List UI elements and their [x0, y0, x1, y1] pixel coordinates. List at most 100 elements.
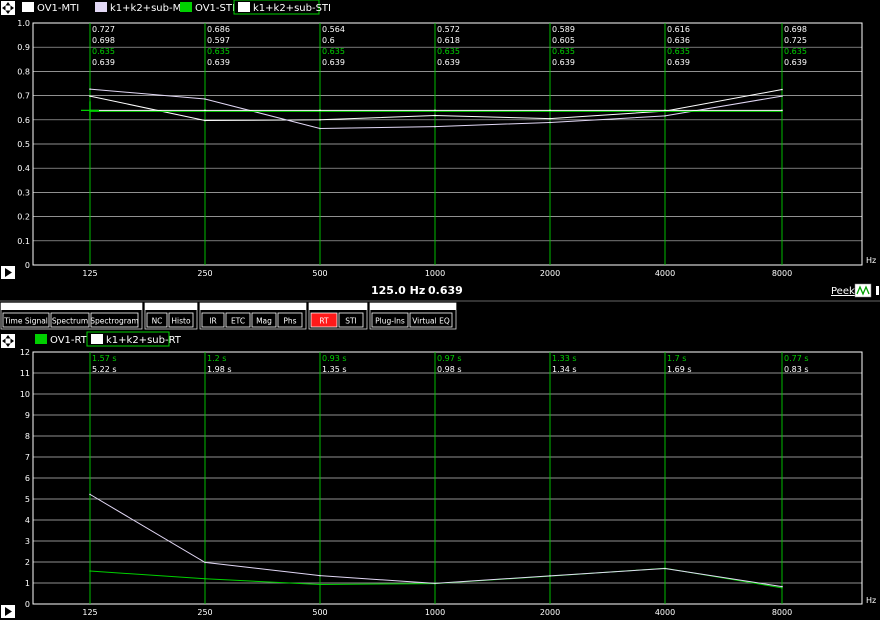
data-point — [319, 109, 321, 112]
button-label: Phs — [283, 317, 296, 326]
data-label: 0.564 — [322, 25, 345, 34]
y-tick-label: 1 — [25, 579, 30, 588]
data-label: 0.635 — [552, 47, 575, 56]
toolbar-group-header — [1, 303, 142, 310]
data-label: 1.98 s — [207, 365, 232, 374]
y-tick-label: 4 — [25, 516, 30, 525]
button-label: Time Signal — [3, 317, 48, 326]
tab-spectrum-button[interactable]: Spectrum — [50, 312, 90, 328]
x-tick-label: 4000 — [655, 608, 675, 617]
toolbar: Time Signal Spectrum Spectrogram NC Histo IR E… — [0, 302, 457, 330]
data-label: 1.57 s — [92, 354, 117, 363]
x-tick-label: 500 — [312, 608, 327, 617]
legend-swatch — [238, 2, 250, 12]
data-point — [781, 95, 783, 97]
tab-ir-button[interactable]: IR — [201, 312, 225, 328]
legend-label: k1+k2+sub-STI — [253, 3, 331, 14]
tab-sti-button[interactable]: STI — [338, 312, 364, 328]
tab-virtual-eq-button[interactable]: Virtual EQ — [409, 312, 453, 328]
move-icon[interactable] — [1, 334, 15, 348]
x-tick-label: 8000 — [772, 269, 792, 278]
button-label: Spectrum — [52, 317, 88, 326]
data-label: 0.635 — [784, 47, 807, 56]
legend-item-k1-k2-sub-mti[interactable]: k1+k2+sub-MTI — [95, 2, 190, 14]
tab-histo-button[interactable]: Histo — [168, 312, 194, 328]
data-label: 0.589 — [552, 25, 575, 34]
button-label: Spectrogram — [90, 317, 138, 326]
toolbar-group-header — [145, 303, 197, 310]
data-label: 0.635 — [322, 47, 345, 56]
tab-plug-ins-button[interactable]: Plug-Ins — [371, 312, 409, 328]
data-point — [204, 578, 206, 580]
y-tick-label: 0.3 — [17, 188, 30, 197]
data-point — [549, 117, 551, 120]
y-tick-label: 0.6 — [17, 116, 30, 125]
toolbar-group: IR ETC Mag Phs — [199, 302, 307, 330]
data-label: 0.618 — [437, 36, 460, 45]
data-point — [549, 575, 551, 577]
data-point — [549, 109, 551, 112]
tab-phs-button[interactable]: Phs — [277, 312, 303, 328]
x-tick-label: 2000 — [540, 269, 560, 278]
play-icon[interactable] — [1, 605, 15, 618]
tab-nc-button[interactable]: NC — [146, 312, 168, 328]
data-point — [204, 109, 206, 112]
peek-icon[interactable] — [854, 283, 872, 298]
x-tick-label: 8000 — [772, 608, 792, 617]
legend-swatch — [180, 2, 192, 12]
data-label: 0.616 — [667, 25, 690, 34]
data-point — [434, 582, 436, 585]
toolbar-group-header — [309, 303, 367, 310]
y-tick-label: 0.2 — [17, 213, 30, 222]
tab-mag-button[interactable]: Mag — [251, 312, 277, 328]
button-label: RT — [319, 317, 329, 326]
move-icon[interactable] — [1, 1, 15, 15]
analyzer-window: OV1-MTI k1+k2+sub-MTI OV1-STI k1+k2+sub-… — [0, 0, 880, 620]
y-tick-label: 2 — [25, 558, 30, 567]
top-unit-label: Hz — [866, 256, 876, 265]
legend-label: k1+k2+sub-RT — [106, 335, 182, 346]
x-tick-label: 4000 — [655, 269, 675, 278]
data-point — [664, 567, 666, 570]
legend-swatch — [91, 334, 103, 344]
tab-rt-button[interactable]: RT — [310, 312, 338, 328]
y-tick-label: 0 — [25, 600, 30, 609]
data-point — [781, 585, 783, 588]
tab-spectrogram-button[interactable]: Spectrogram — [90, 312, 139, 328]
y-tick-label: 0 — [25, 261, 30, 270]
data-label: 0.639 — [552, 58, 575, 67]
data-label: 0.639 — [784, 58, 807, 67]
y-tick-label: 7 — [25, 453, 30, 462]
data-point — [781, 109, 783, 112]
toolbar-group: NC Histo — [144, 302, 198, 330]
data-label: 0.635 — [667, 47, 690, 56]
x-tick-label: 500 — [312, 269, 327, 278]
data-point — [319, 583, 321, 586]
y-tick-label: 12 — [20, 348, 30, 357]
button-label: NC — [152, 317, 163, 326]
play-icon[interactable] — [1, 266, 15, 279]
data-label: 0.635 — [207, 47, 230, 56]
y-tick-label: 0.9 — [17, 43, 30, 52]
y-tick-label: 6 — [25, 474, 30, 483]
tab-time-signal-button[interactable]: Time Signal — [2, 312, 50, 328]
data-label: 0.97 s — [437, 354, 462, 363]
y-tick-label: 3 — [25, 537, 30, 546]
toolbar-overflow-marker — [876, 286, 879, 295]
y-tick-label: 10 — [20, 390, 30, 399]
top-legend: OV1-MTI k1+k2+sub-MTI OV1-STI k1+k2+sub-… — [22, 0, 331, 15]
x-tick-label: 125 — [82, 608, 97, 617]
peek-label[interactable]: Peek — [831, 286, 855, 297]
legend-item-k1-k2-sub-sti[interactable]: k1+k2+sub-STI — [233, 0, 331, 15]
data-label: 0.635 — [437, 47, 460, 56]
y-tick-label: 0.5 — [17, 140, 30, 149]
data-label: 0.597 — [207, 36, 230, 45]
legend-label: OV1-RT — [50, 335, 88, 346]
legend-item-k1-k2-sub-rt[interactable]: k1+k2+sub-RT — [86, 331, 182, 347]
legend-label: OV1-STI — [195, 3, 235, 14]
data-label: 1.35 s — [322, 365, 347, 374]
data-label: 5.22 s — [92, 365, 117, 374]
tab-etc-button[interactable]: ETC — [225, 312, 251, 328]
x-tick-label: 2000 — [540, 608, 560, 617]
button-label: IR — [209, 317, 216, 326]
